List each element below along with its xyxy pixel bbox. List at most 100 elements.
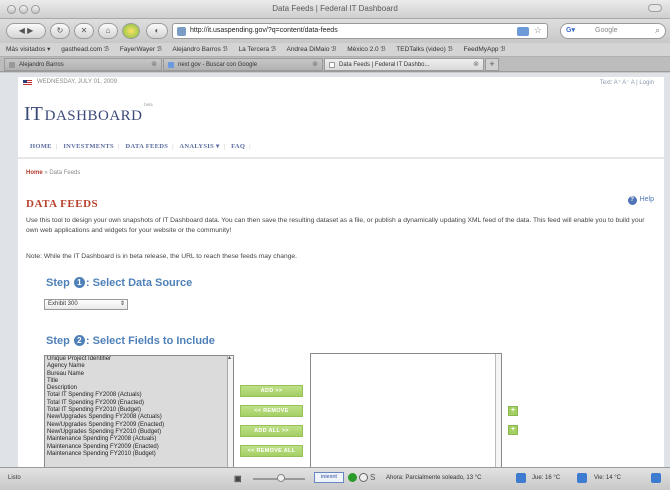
home-icon: ⌂ — [105, 26, 111, 35]
toolbar-toggle-button[interactable] — [648, 4, 662, 12]
tab-favicon-icon — [9, 62, 15, 68]
nav-analysis[interactable]: ANALYSIS ▾ — [179, 143, 219, 150]
breadcrumb-current: » Data Feeds — [44, 170, 81, 176]
list-item[interactable]: Total IT Spending FY2010 (Budget) — [45, 407, 233, 414]
weather-cloud-icon — [577, 473, 587, 483]
counter-badge[interactable]: iniexnt — [314, 472, 344, 483]
list-item[interactable]: Maintenance Spending FY2008 (Actuals) — [45, 436, 233, 443]
stop-button[interactable]: ✕ — [74, 23, 94, 39]
help-label[interactable]: Help — [640, 196, 654, 203]
weather-now[interactable]: Ahora: Parcialmente soleado, 13 °C — [386, 475, 481, 481]
help-icon[interactable]: ? — [627, 196, 637, 205]
bookmark-item[interactable]: México 2.0 ℬ — [347, 46, 385, 53]
adblock-icon[interactable]: ▣ — [234, 474, 242, 483]
bookmark-star-icon[interactable]: ☆ — [534, 25, 542, 36]
select-arrows-icon[interactable]: ⇕ — [120, 300, 125, 309]
bookmark-addon-button[interactable] — [122, 23, 140, 39]
weather-thursday[interactable]: Jue: 16 °C — [532, 475, 560, 481]
page-viewport: WEDNESDAY, JULY 01, 2009 Text: A⁺ A⁻ A |… — [0, 73, 670, 467]
remove-all-button[interactable]: << REMOVE ALL — [240, 445, 303, 457]
back-arrow-icon[interactable]: ◀ — [19, 26, 25, 35]
add-all-button[interactable]: ADD ALL >> — [240, 425, 303, 437]
step-number-badge: 2 — [73, 335, 85, 346]
list-item[interactable]: Description — [45, 385, 233, 392]
sync-status-icon[interactable] — [359, 473, 368, 482]
list-item[interactable]: Unique Project Identifier — [45, 356, 233, 363]
data-source-value[interactable]: Exhibit 300 — [48, 301, 78, 307]
reload-button[interactable]: ↻ — [50, 23, 70, 39]
window-title: Data Feeds | Federal IT Dashboard — [272, 4, 398, 13]
nav-divider — [18, 157, 664, 159]
step-label: : Select Data Source — [85, 277, 193, 289]
selected-scrollbar[interactable] — [495, 354, 501, 467]
tab-google-search[interactable]: next gov - Buscar con Google ⊗ — [163, 58, 323, 71]
bookmark-item[interactable]: FeedMyApp ℬ — [464, 46, 506, 53]
status-bar: Listo ▣ iniexnt S Ahora: Parcialmente so… — [0, 467, 670, 490]
weather-cloud-icon — [516, 473, 526, 483]
site-favicon-icon — [177, 27, 186, 36]
bookmark-item[interactable]: TEDTalks (video) ℬ — [396, 46, 452, 53]
url-text[interactable]: http://it.usaspending.gov/?q=content/dat… — [190, 27, 338, 34]
beta-note: Note: While the IT Dashboard is in beta … — [26, 253, 297, 260]
nav-home[interactable]: HOME — [30, 143, 52, 150]
bookmark-item[interactable]: gasthead.com ℬ — [61, 46, 109, 53]
address-bar[interactable]: http://it.usaspending.gov/?q=content/dat… — [172, 23, 548, 39]
nav-investments[interactable]: INVESTMENTS — [63, 143, 114, 150]
bookmark-item[interactable]: Andrea DiMaio ℬ — [286, 46, 336, 53]
sidebar-toggle-button[interactable]: ◐ — [146, 23, 168, 39]
text-size-login-links[interactable]: Text: A⁺ A⁻ A | Login — [600, 79, 654, 86]
list-item[interactable]: Total IT Spending FY2008 (Actuals) — [45, 392, 233, 399]
bookmark-item[interactable]: La Tercera ℬ — [239, 46, 277, 53]
forward-arrow-icon[interactable]: ▶ — [27, 26, 33, 35]
list-item[interactable]: Title — [45, 378, 233, 385]
magnifier-icon[interactable]: ⌕ — [655, 25, 660, 36]
page-description: Use this tool to design your own snapsho… — [26, 217, 645, 234]
move-up-button[interactable]: + — [508, 406, 518, 416]
us-flag-icon — [23, 80, 32, 86]
fields-scrollbar[interactable] — [227, 356, 233, 467]
selected-fields-list[interactable] — [310, 353, 502, 467]
step-prefix: Step — [46, 335, 70, 347]
remove-button[interactable]: << REMOVE — [240, 405, 303, 417]
it-dashboard-logo[interactable]: IT DASHBOARD beta — [24, 103, 153, 126]
close-tab-icon[interactable]: ⊗ — [151, 59, 157, 70]
data-source-select[interactable]: Exhibit 300 ⇕ — [44, 299, 128, 310]
tab-alejandro-barros[interactable]: Alejandro Barros ⊗ — [4, 58, 162, 71]
s-addon-icon[interactable]: S — [370, 473, 375, 482]
online-status-icon[interactable] — [348, 473, 357, 482]
back-forward-buttons[interactable]: ◀ ▶ — [6, 23, 46, 39]
step-label: : Select Fields to Include — [85, 335, 215, 347]
list-item[interactable]: Maintenance Spending FY2009 (Enacted) — [45, 444, 233, 451]
page-date: WEDNESDAY, JULY 01, 2009 — [37, 79, 117, 85]
breadcrumb-home[interactable]: Home — [26, 170, 43, 176]
window-titlebar: Data Feeds | Federal IT Dashboard — [0, 0, 670, 19]
zoom-slider-knob[interactable] — [277, 474, 285, 482]
rss-feed-icon[interactable] — [517, 27, 529, 36]
tab-data-feeds[interactable]: Data Feeds | Federal IT Dashbo... ⊗ — [324, 58, 484, 71]
bookmark-item[interactable]: Alejandro Barros ℬ — [172, 46, 227, 53]
nav-faq[interactable]: FAQ — [231, 143, 245, 150]
list-item[interactable]: New/Upgrades Spending FY2008 (Actuals) — [45, 414, 233, 421]
weather-friday[interactable]: Vie: 14 °C — [594, 475, 621, 481]
move-down-button[interactable]: + — [508, 425, 518, 435]
google-engine-icon[interactable]: G▾ — [566, 26, 582, 37]
list-item[interactable]: New/Upgrades Spending FY2010 (Budget) — [45, 429, 233, 436]
available-fields-list[interactable]: Unique Project Identifier Agency Name Bu… — [44, 355, 234, 467]
close-tab-icon[interactable]: ⊗ — [473, 59, 479, 70]
search-box[interactable]: G▾ Google ⌕ — [560, 23, 666, 39]
list-item[interactable]: Maintenance Spending FY2010 (Budget) — [45, 451, 233, 458]
tab-favicon-icon — [329, 62, 335, 68]
list-item[interactable]: Agency Name — [45, 363, 233, 370]
list-item[interactable]: New/Upgrades Spending FY2009 (Enacted) — [45, 422, 233, 429]
home-button[interactable]: ⌂ — [98, 23, 118, 39]
add-button[interactable]: ADD >> — [240, 385, 303, 397]
close-tab-icon[interactable]: ⊗ — [312, 59, 318, 70]
bookmark-item[interactable]: Más visitados ▾ — [6, 46, 50, 53]
new-tab-button[interactable]: + — [485, 58, 499, 71]
help-link[interactable]: ? Help — [627, 196, 654, 205]
nav-data-feeds[interactable]: DATA FEEDS — [126, 143, 169, 150]
search-placeholder[interactable]: Google — [595, 27, 618, 34]
list-item[interactable]: Total IT Spending FY2009 (Enacted) — [45, 400, 233, 407]
list-item[interactable]: Bureau Name — [45, 371, 233, 378]
bookmark-item[interactable]: FayerWayer ℬ — [120, 46, 162, 53]
